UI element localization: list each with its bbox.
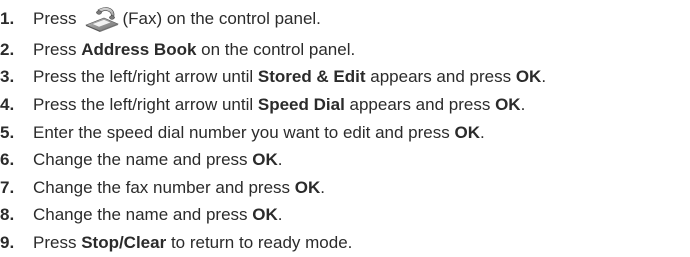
button-name-ok: OK bbox=[515, 67, 542, 87]
step-3: 3. Press the left/right arrow until Stor… bbox=[0, 64, 690, 92]
step-text: Press the left/right arrow until Stored … bbox=[33, 67, 546, 87]
text-run: . bbox=[479, 122, 485, 142]
fax-icon bbox=[84, 6, 120, 32]
text-run: . bbox=[520, 94, 526, 114]
button-name-ok: OK bbox=[454, 122, 480, 142]
step-number: 4. bbox=[0, 94, 15, 114]
step-5: 5. Enter the speed dial number you want … bbox=[0, 119, 690, 147]
step-text: Change the fax number and press OK. bbox=[33, 178, 325, 198]
text-run: (Fax) on the control panel. bbox=[122, 9, 321, 28]
step-text: Press Stop/Clear to return to ready mode… bbox=[33, 233, 352, 253]
menu-name-speed-dial: Speed Dial bbox=[257, 94, 345, 114]
step-text: Press the left/right arrow until Speed D… bbox=[33, 95, 525, 115]
text-run: Press bbox=[33, 39, 82, 59]
text-run: Press the left/right arrow until bbox=[33, 67, 258, 87]
step-number: 6. bbox=[0, 150, 15, 170]
step-4: 4. Press the left/right arrow until Spee… bbox=[0, 91, 690, 119]
step-number: 3. bbox=[0, 67, 15, 87]
text-run: . bbox=[541, 67, 547, 87]
text-run: Press bbox=[33, 9, 77, 28]
button-name-ok: OK bbox=[252, 150, 278, 170]
step-number: 7. bbox=[0, 177, 15, 197]
button-name-address-book: Address Book bbox=[81, 39, 197, 59]
step-number: 8. bbox=[0, 205, 15, 225]
text-run: Change the name and press bbox=[33, 205, 253, 225]
text-run: appears and press bbox=[344, 94, 496, 114]
text-run: appears and press bbox=[365, 67, 516, 87]
step-7: 7. Change the fax number and press OK. bbox=[0, 174, 690, 202]
step-text: Press Address Book on the control panel. bbox=[33, 40, 355, 60]
text-run: . bbox=[320, 177, 326, 197]
text-run: . bbox=[277, 150, 283, 170]
step-text: Enter the speed dial number you want to … bbox=[33, 123, 485, 143]
step-number: 9. bbox=[0, 232, 15, 252]
text-run: . bbox=[277, 205, 283, 225]
steps-list: 1. Press (Fax) on the control panel. 2. … bbox=[0, 4, 690, 257]
text-run: Press the left/right arrow until bbox=[33, 94, 258, 114]
text-run: Press bbox=[33, 232, 82, 252]
text-run: to return to ready mode. bbox=[166, 232, 353, 252]
step-text: Change the name and press OK. bbox=[33, 205, 283, 225]
button-name-stop-clear: Stop/Clear bbox=[81, 232, 167, 252]
step-number: 1. bbox=[0, 9, 15, 28]
button-name-ok: OK bbox=[252, 205, 278, 225]
text-run: Change the fax number and press bbox=[33, 177, 295, 197]
button-name-ok: OK bbox=[495, 94, 521, 114]
text-run: Enter the speed dial number you want to … bbox=[33, 122, 455, 142]
step-2: 2. Press Address Book on the control pan… bbox=[0, 36, 690, 64]
step-8: 8. Change the name and press OK. bbox=[0, 202, 690, 230]
step-6: 6. Change the name and press OK. bbox=[0, 146, 690, 174]
step-1: 1. Press (Fax) on the control panel. bbox=[0, 2, 690, 36]
menu-name-stored-edit: Stored & Edit bbox=[257, 67, 366, 87]
step-text: Change the name and press OK. bbox=[33, 150, 283, 170]
button-name-ok: OK bbox=[294, 177, 321, 197]
step-text: Press bbox=[33, 9, 76, 29]
text-run: Change the name and press bbox=[33, 150, 253, 170]
step-number: 2. bbox=[0, 39, 15, 59]
step-number: 5. bbox=[0, 122, 15, 142]
step-text-tail: (Fax) on the control panel. bbox=[122, 9, 320, 29]
text-run: on the control panel. bbox=[196, 39, 356, 59]
